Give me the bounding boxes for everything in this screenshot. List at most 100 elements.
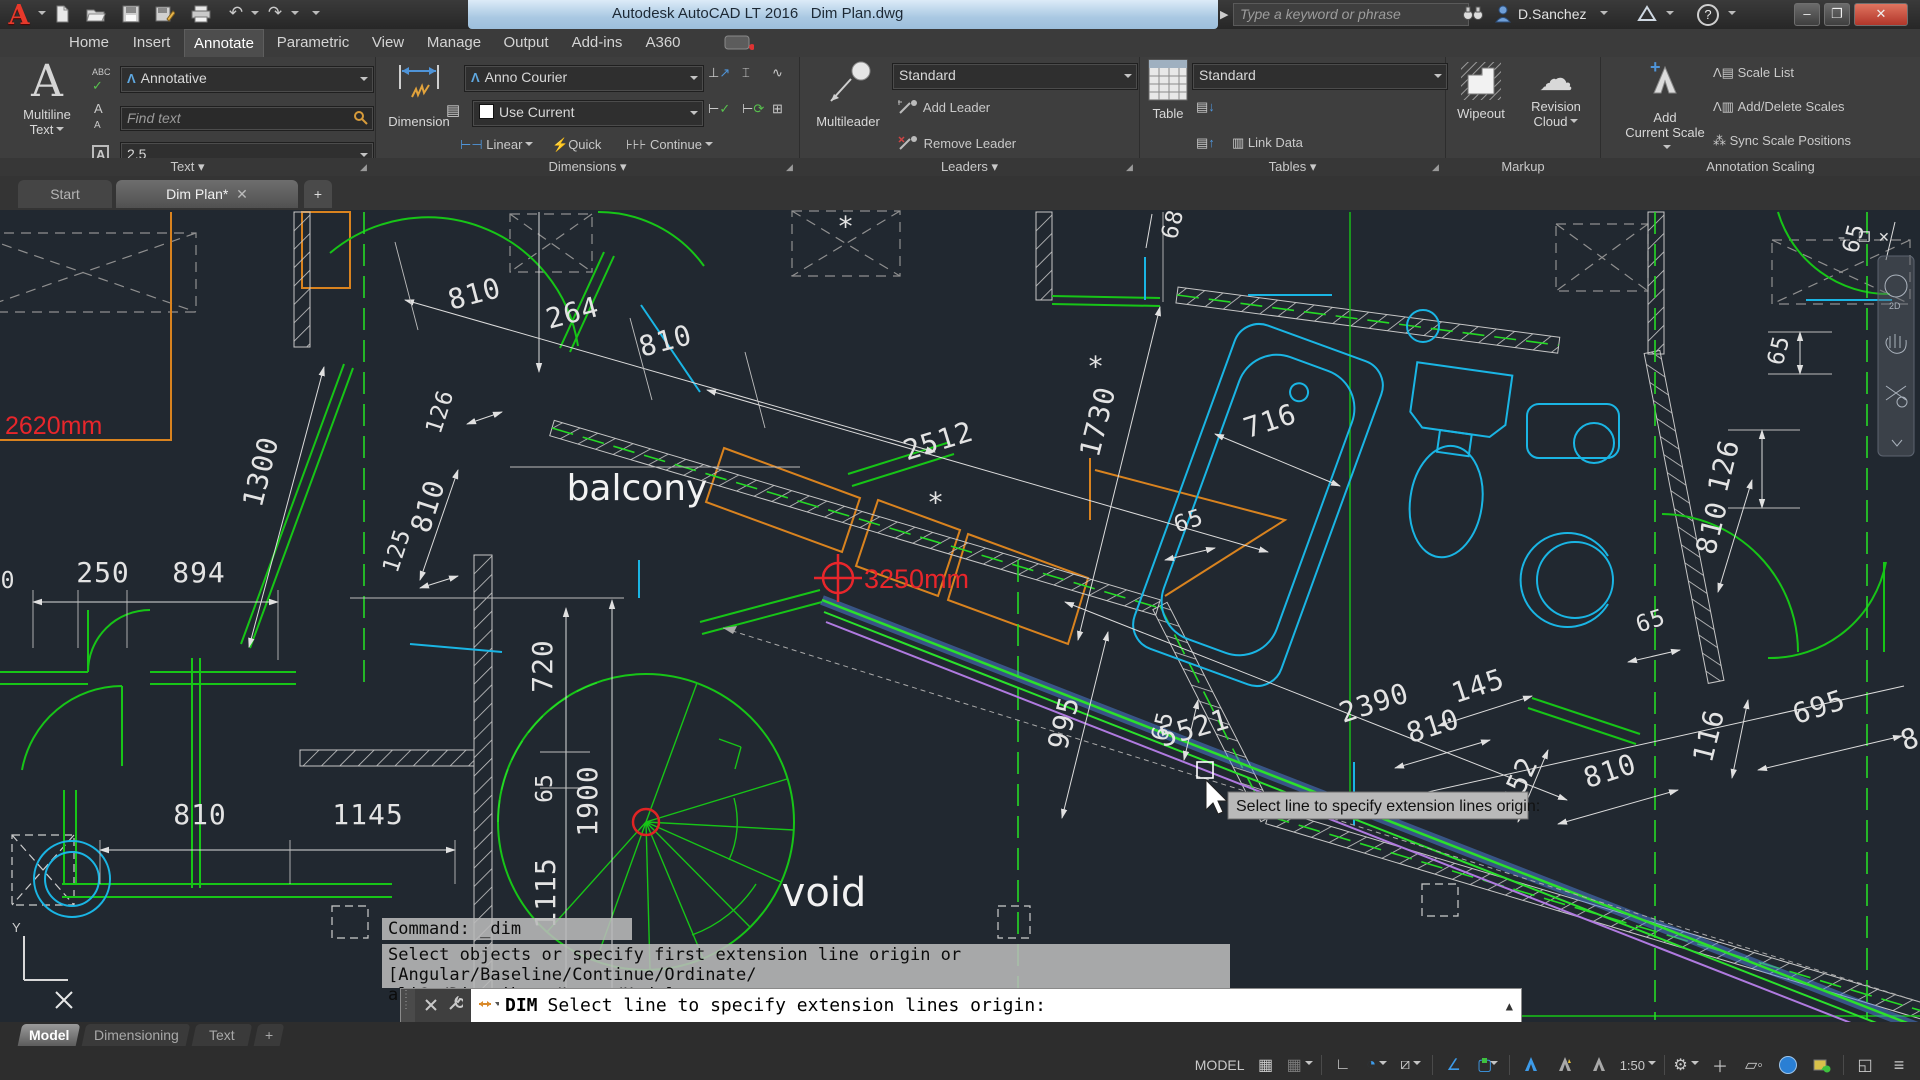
dim-space-icon[interactable]: ⌶ — [742, 65, 750, 81]
toilet[interactable] — [1391, 362, 1513, 564]
extract-data-icon[interactable]: ▤↓ — [1196, 99, 1215, 115]
dimension-label[interactable]: 0 — [1, 568, 16, 594]
tab-annotate[interactable]: Annotate — [184, 29, 264, 58]
tab-manage[interactable]: Manage — [422, 29, 486, 57]
clean-screen-icon[interactable]: ◱ — [1849, 1052, 1881, 1078]
dimensions-panel-label[interactable]: Dimensions ▾ — [376, 159, 799, 175]
model-space-button[interactable]: MODEL — [1192, 1052, 1248, 1078]
dimension-label[interactable]: 1730 — [1073, 383, 1122, 460]
grid-display-icon[interactable]: ▦ — [1284, 1052, 1316, 1078]
qat-menu-caret-icon[interactable] — [312, 11, 320, 19]
text-panel-expand-icon[interactable]: ◢ — [360, 162, 367, 173]
linear-dim-button[interactable]: ⊢⊣ Linear — [460, 137, 533, 153]
new-drawing-tab-button[interactable]: + — [304, 180, 332, 208]
ortho-mode-icon[interactable]: ∟ — [1327, 1052, 1359, 1078]
bidet[interactable] — [1521, 533, 1613, 627]
dim-style-combo[interactable]: ΛAnno Courier — [464, 65, 704, 92]
dimension-label[interactable]: 264 — [542, 290, 602, 336]
isolate-objects-icon[interactable]: ▱◦ — [1738, 1052, 1770, 1078]
dim-check-icon[interactable]: ⊢✓ — [708, 101, 730, 117]
dim-update-icon[interactable]: ⊢⟳ — [742, 101, 764, 117]
dimension-label[interactable]: 810 — [635, 318, 695, 364]
autocad-logo[interactable]: A — [2, 0, 36, 30]
drawing-canvas[interactable]: .dim{stroke:#dcdcdc;stroke-width:1;fill:… — [0, 210, 1920, 1022]
infocenter-expand-icon[interactable]: ▶ — [1220, 8, 1228, 21]
dimension-label[interactable]: 810 — [173, 798, 227, 831]
dimension-label[interactable]: 1145 — [332, 798, 403, 831]
new-file-icon[interactable] — [50, 3, 74, 25]
help-icon[interactable]: ? — [1697, 4, 1719, 26]
command-line[interactable]: ⋮⋮⋮⋮ DIM Select line to specify extensio… — [400, 988, 1522, 1023]
dimension-label[interactable]: 894 — [172, 556, 226, 589]
text-style-combo[interactable]: ΛAnnotative — [120, 66, 374, 93]
dimension-label[interactable]: 250 — [76, 556, 130, 589]
user-avatar-icon[interactable] — [1494, 4, 1512, 28]
save-icon[interactable] — [119, 3, 143, 25]
dimension-label[interactable]: * — [1087, 350, 1105, 383]
find-text-input[interactable]: Find text — [120, 106, 374, 131]
dimension-label[interactable]: 995 — [1041, 693, 1086, 753]
room-label[interactable]: void — [782, 870, 867, 916]
table-style-combo[interactable]: Standard — [1192, 63, 1448, 90]
navigation-bar[interactable]: 2D — [1878, 256, 1914, 456]
isometric-drafting-icon[interactable]: ⧄ — [1395, 1052, 1427, 1078]
annotation-visibility-icon[interactable] — [1515, 1052, 1547, 1078]
table-button[interactable]: Table — [1146, 59, 1190, 121]
add-current-scale-button[interactable]: + AddCurrent Scale — [1623, 59, 1707, 155]
tab-view[interactable]: View — [364, 29, 412, 57]
file-tab-dim-plan[interactable]: Dim Plan* ✕ — [116, 180, 298, 208]
layout-tab-dimensioning[interactable]: Dimensioning — [82, 1024, 191, 1046]
dimension-label[interactable]: 810 — [404, 475, 452, 536]
markup-panel-label[interactable]: Markup — [1446, 159, 1600, 175]
tab-insert[interactable]: Insert — [124, 29, 179, 57]
dimension-label[interactable]: 116 — [1686, 706, 1731, 766]
dimension-label[interactable]: 65 — [1633, 604, 1669, 638]
annotation-scale-icon[interactable] — [1583, 1052, 1615, 1078]
file-tab-start[interactable]: Start — [18, 180, 112, 208]
recent-commands-icon[interactable] — [471, 996, 505, 1015]
dimension-label[interactable]: 8 — [1896, 721, 1920, 758]
dim-reassociate-icon[interactable]: ⊞ — [772, 101, 783, 117]
hardware-acceleration-icon[interactable] — [1806, 1052, 1838, 1078]
dim-jog-icon[interactable]: ∿ — [772, 65, 783, 81]
dim-layer-combo[interactable]: Use Current — [472, 100, 704, 127]
dimension-label[interactable]: * — [927, 486, 945, 519]
tab-addins[interactable]: Add-ins — [566, 29, 628, 57]
tab-a360[interactable]: A360 — [638, 29, 688, 57]
connected-desktop-icon[interactable] — [724, 35, 754, 57]
a360-icon[interactable] — [1636, 4, 1658, 29]
tables-panel-label[interactable]: Tables ▾ — [1140, 159, 1445, 175]
user-menu-caret-icon[interactable] — [1600, 11, 1608, 19]
text-panel-label[interactable]: Text ▾ — [0, 159, 375, 175]
redo-caret-icon[interactable] — [291, 11, 299, 19]
dimension-label[interactable]: 810 — [1402, 702, 1463, 750]
customization-menu-icon[interactable]: ≡ — [1883, 1052, 1915, 1078]
dimension-label[interactable]: 126 — [421, 387, 459, 437]
upload-data-icon[interactable]: ▤↑ — [1196, 135, 1215, 151]
minimize-button[interactable]: – — [1794, 3, 1820, 26]
command-prompt-text[interactable]: Select line to specify extension lines o… — [548, 995, 1047, 1016]
dimension-label[interactable]: * — [837, 210, 855, 243]
tab-home[interactable]: Home — [60, 29, 118, 57]
remove-leader-button[interactable]: Remove Leader — [898, 135, 1016, 151]
scale-list-button[interactable]: Λ▤ Scale List — [1713, 65, 1794, 81]
redo-icon[interactable]: ↷ — [263, 3, 287, 25]
command-grip-handle[interactable]: ⋮⋮⋮⋮ — [401, 989, 415, 1022]
signed-in-user[interactable]: D.Sanchez — [1518, 6, 1586, 22]
logo-menu-caret-icon[interactable] — [38, 11, 46, 19]
command-customize-wrench-icon[interactable] — [443, 996, 467, 1016]
search-input[interactable]: Type a keyword or phrase — [1233, 3, 1469, 26]
sync-scale-positions-button[interactable]: ⁂ Sync Scale Positions — [1713, 133, 1851, 149]
new-layout-button[interactable]: + — [254, 1024, 285, 1046]
scale-value-button[interactable]: 1:50 — [1617, 1052, 1659, 1078]
layout-tab-model[interactable]: Model — [18, 1024, 81, 1046]
object-snap-icon[interactable]: ▢ — [1472, 1052, 1504, 1078]
dimension-label[interactable]: 68 — [1157, 210, 1189, 242]
command-close-icon[interactable] — [419, 996, 443, 1015]
wipeout-button[interactable]: Wipeout — [1450, 61, 1512, 121]
link-data-button[interactable]: ▥ Link Data — [1232, 135, 1303, 151]
tab-parametric[interactable]: Parametric — [272, 29, 354, 57]
snap-grid-icon[interactable]: ▦ — [1250, 1052, 1282, 1078]
save-as-icon[interactable] — [153, 3, 177, 25]
dimension-label[interactable]: 1900 — [571, 765, 604, 836]
